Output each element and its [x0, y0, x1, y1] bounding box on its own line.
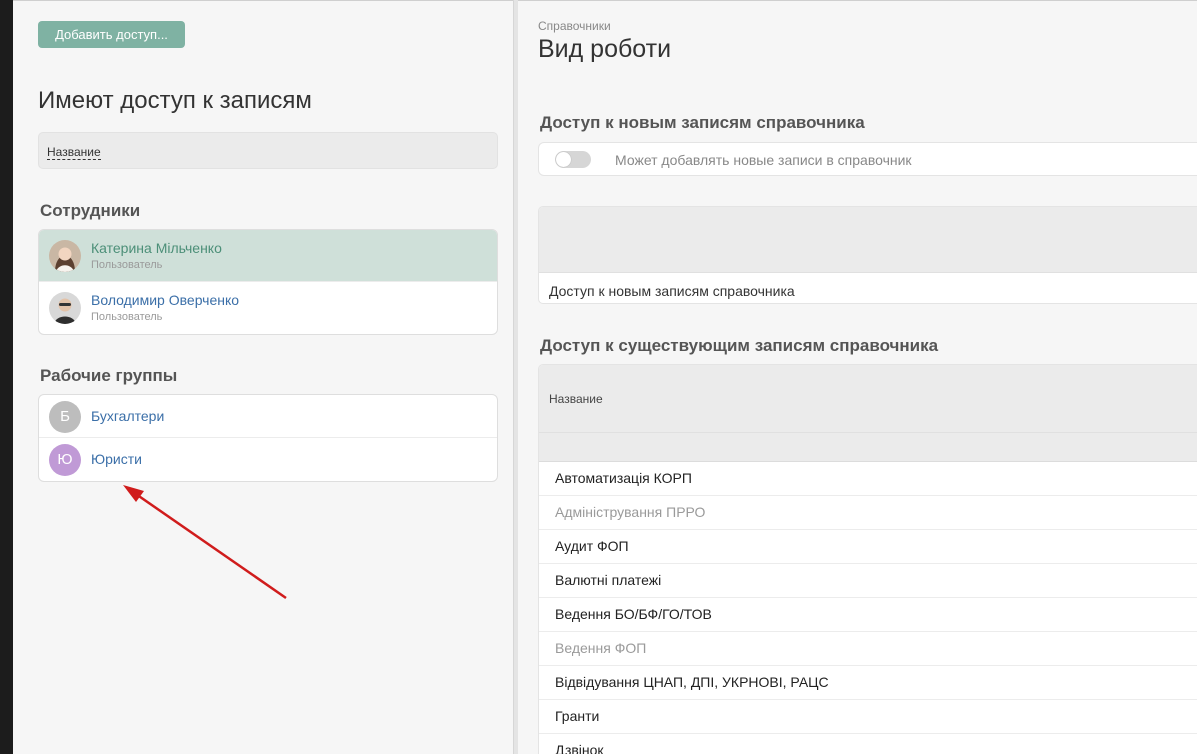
- new-access-section-title: Доступ к новым записям справочника: [540, 113, 865, 132]
- row-label: Аудит ФОП: [555, 538, 629, 554]
- table-row[interactable]: Аудит ФОП: [539, 530, 1197, 564]
- table-row[interactable]: Відвідування ЦНАП, ДПІ, УКРНОВІ, РАЦС: [539, 666, 1197, 700]
- row-label: Ведення ФОП: [555, 640, 647, 656]
- row-label: Гранти: [555, 708, 600, 724]
- table-row[interactable]: Дзвінок: [539, 734, 1197, 754]
- table-row[interactable]: Автоматизація КОРП: [539, 462, 1197, 496]
- page-title: Вид роботи: [538, 35, 672, 63]
- table-row[interactable]: Валютні платежі: [539, 564, 1197, 598]
- breadcrumb[interactable]: Справочники: [538, 19, 611, 33]
- annotation-arrow: [123, 485, 287, 600]
- row-label: Валютні платежі: [555, 572, 662, 588]
- existing-access-section-title: Доступ к существующим записям справочник…: [540, 336, 939, 355]
- new-access-grid-header: [539, 207, 1197, 273]
- column-header-name[interactable]: Название: [539, 365, 1197, 433]
- table-row[interactable]: Ведення БО/БФ/ГО/ТОВ: [539, 598, 1197, 632]
- new-access-cell[interactable]: Доступ к новым записям справочника: [549, 283, 795, 299]
- table-row[interactable]: Адміністрування ПРРО: [539, 496, 1197, 530]
- add-records-toggle-row: Может добавлять новые записи в справочни…: [538, 142, 1197, 176]
- existing-access-grid: Название Автоматизація КОРП Адмініструва…: [538, 364, 1197, 754]
- row-label: Адміністрування ПРРО: [555, 504, 706, 520]
- new-access-grid: Доступ к новым записям справочника: [538, 206, 1197, 304]
- column-filter-row[interactable]: [539, 433, 1197, 462]
- row-label: Ведення БО/БФ/ГО/ТОВ: [555, 606, 712, 622]
- row-label: Відвідування ЦНАП, ДПІ, УКРНОВІ, РАЦС: [555, 674, 829, 690]
- row-label: Автоматизація КОРП: [555, 470, 692, 486]
- table-row[interactable]: Гранти: [539, 700, 1197, 734]
- toggle-label: Может добавлять новые записи в справочни…: [615, 152, 912, 168]
- row-label: Дзвінок: [555, 742, 604, 754]
- access-panel: Добавить доступ... Имеют доступ к запися…: [13, 0, 513, 754]
- window-edge: [0, 0, 13, 754]
- column-header-label[interactable]: Название: [549, 392, 603, 406]
- directory-panel: Справочники Вид роботи Доступ к новым за…: [518, 0, 1197, 754]
- add-records-toggle[interactable]: [555, 151, 591, 168]
- toggle-knob: [556, 152, 571, 167]
- table-row[interactable]: Ведення ФОП: [539, 632, 1197, 666]
